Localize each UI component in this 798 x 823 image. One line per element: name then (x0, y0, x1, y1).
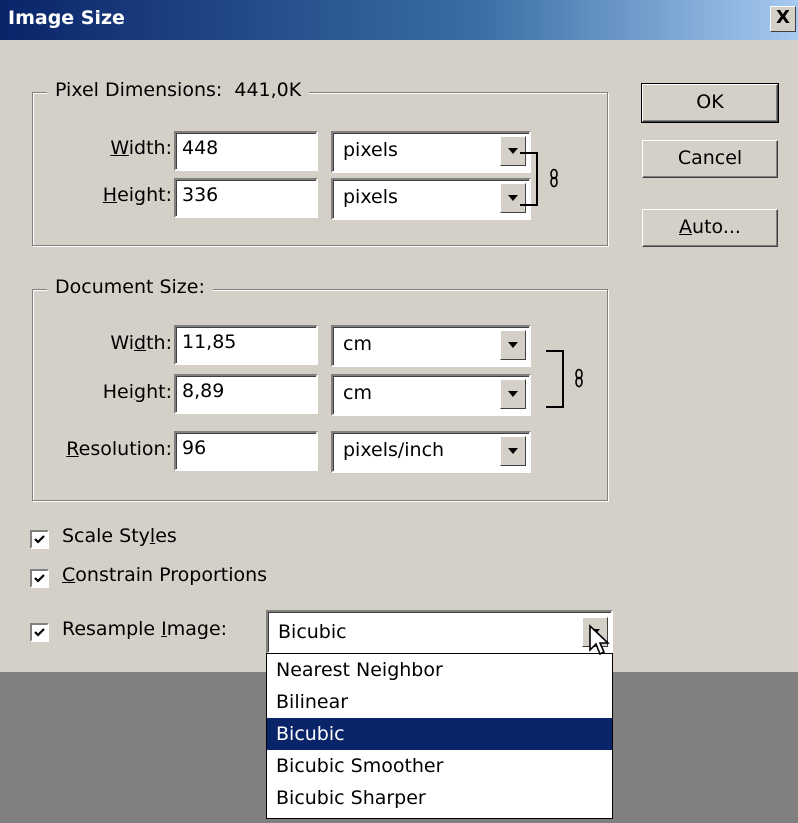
constrain-proportions-checkbox[interactable] (30, 569, 49, 588)
document-constrain-bracket (546, 350, 564, 408)
checkmark-icon (34, 535, 45, 544)
cancel-button[interactable]: Cancel (642, 140, 778, 178)
checkmark-icon (34, 574, 45, 583)
dropdown-option[interactable]: Bilinear (267, 686, 612, 718)
scale-styles-label[interactable]: Scale Styles (62, 525, 177, 547)
constrain-proportions-label[interactable]: Constrain Proportions (62, 564, 267, 586)
chevron-down-icon[interactable] (500, 379, 526, 409)
mouse-pointer-icon (589, 624, 611, 656)
doc-width-unit-select[interactable]: cm (331, 325, 531, 367)
pixel-height-label: Height: (102, 184, 172, 206)
chevron-down-icon[interactable] (500, 330, 526, 360)
resample-image-checkbox[interactable] (30, 623, 49, 642)
dropdown-option[interactable]: Bicubic Smoother (267, 750, 612, 782)
dropdown-option[interactable]: Bicubic Sharper (267, 782, 612, 814)
close-button[interactable]: X (770, 6, 796, 32)
chain-link-icon (575, 368, 583, 388)
dropdown-option-selected[interactable]: Bicubic (267, 718, 612, 750)
title-bar: Image Size X (0, 0, 798, 40)
resample-image-label[interactable]: Resample Image: (62, 618, 227, 640)
auto-button[interactable]: Auto... (642, 209, 778, 247)
pixel-height-unit-select[interactable]: pixels (331, 178, 531, 220)
resolution-label: Resolution: (66, 438, 172, 460)
checkmark-icon (34, 628, 45, 637)
doc-height-input[interactable]: 8,89 (174, 374, 318, 414)
doc-height-label: Height: (102, 381, 172, 403)
resample-method-select[interactable]: Bicubic (266, 610, 613, 654)
pixel-constrain-bracket (520, 152, 538, 206)
pixel-dimensions-legend: Pixel Dimensions: 441,0K (47, 79, 310, 101)
pixel-width-input[interactable]: 448 (174, 131, 318, 171)
pixel-size: 441,0K (234, 79, 302, 101)
pixel-height-input[interactable]: 336 (174, 178, 318, 218)
document-size-legend: Document Size: (47, 276, 213, 298)
resolution-unit-select[interactable]: pixels/inch (331, 431, 531, 473)
doc-height-unit-select[interactable]: cm (331, 374, 531, 416)
scale-styles-checkbox[interactable] (30, 530, 49, 549)
pixel-width-unit-select[interactable]: pixels (331, 131, 531, 173)
pixel-width-label: Width: (110, 137, 172, 159)
chevron-down-icon[interactable] (500, 436, 526, 466)
dropdown-option[interactable]: Nearest Neighbor (267, 654, 612, 686)
resolution-input[interactable]: 96 (174, 431, 318, 471)
ok-button[interactable]: OK (641, 83, 779, 123)
close-icon: X (776, 7, 790, 28)
doc-width-label: Width: (110, 332, 172, 354)
doc-width-input[interactable]: 11,85 (174, 325, 318, 365)
chain-link-icon (550, 168, 558, 188)
resample-method-dropdown-list[interactable]: Nearest Neighbor Bilinear Bicubic Bicubi… (266, 653, 613, 819)
window-title: Image Size (8, 7, 125, 29)
